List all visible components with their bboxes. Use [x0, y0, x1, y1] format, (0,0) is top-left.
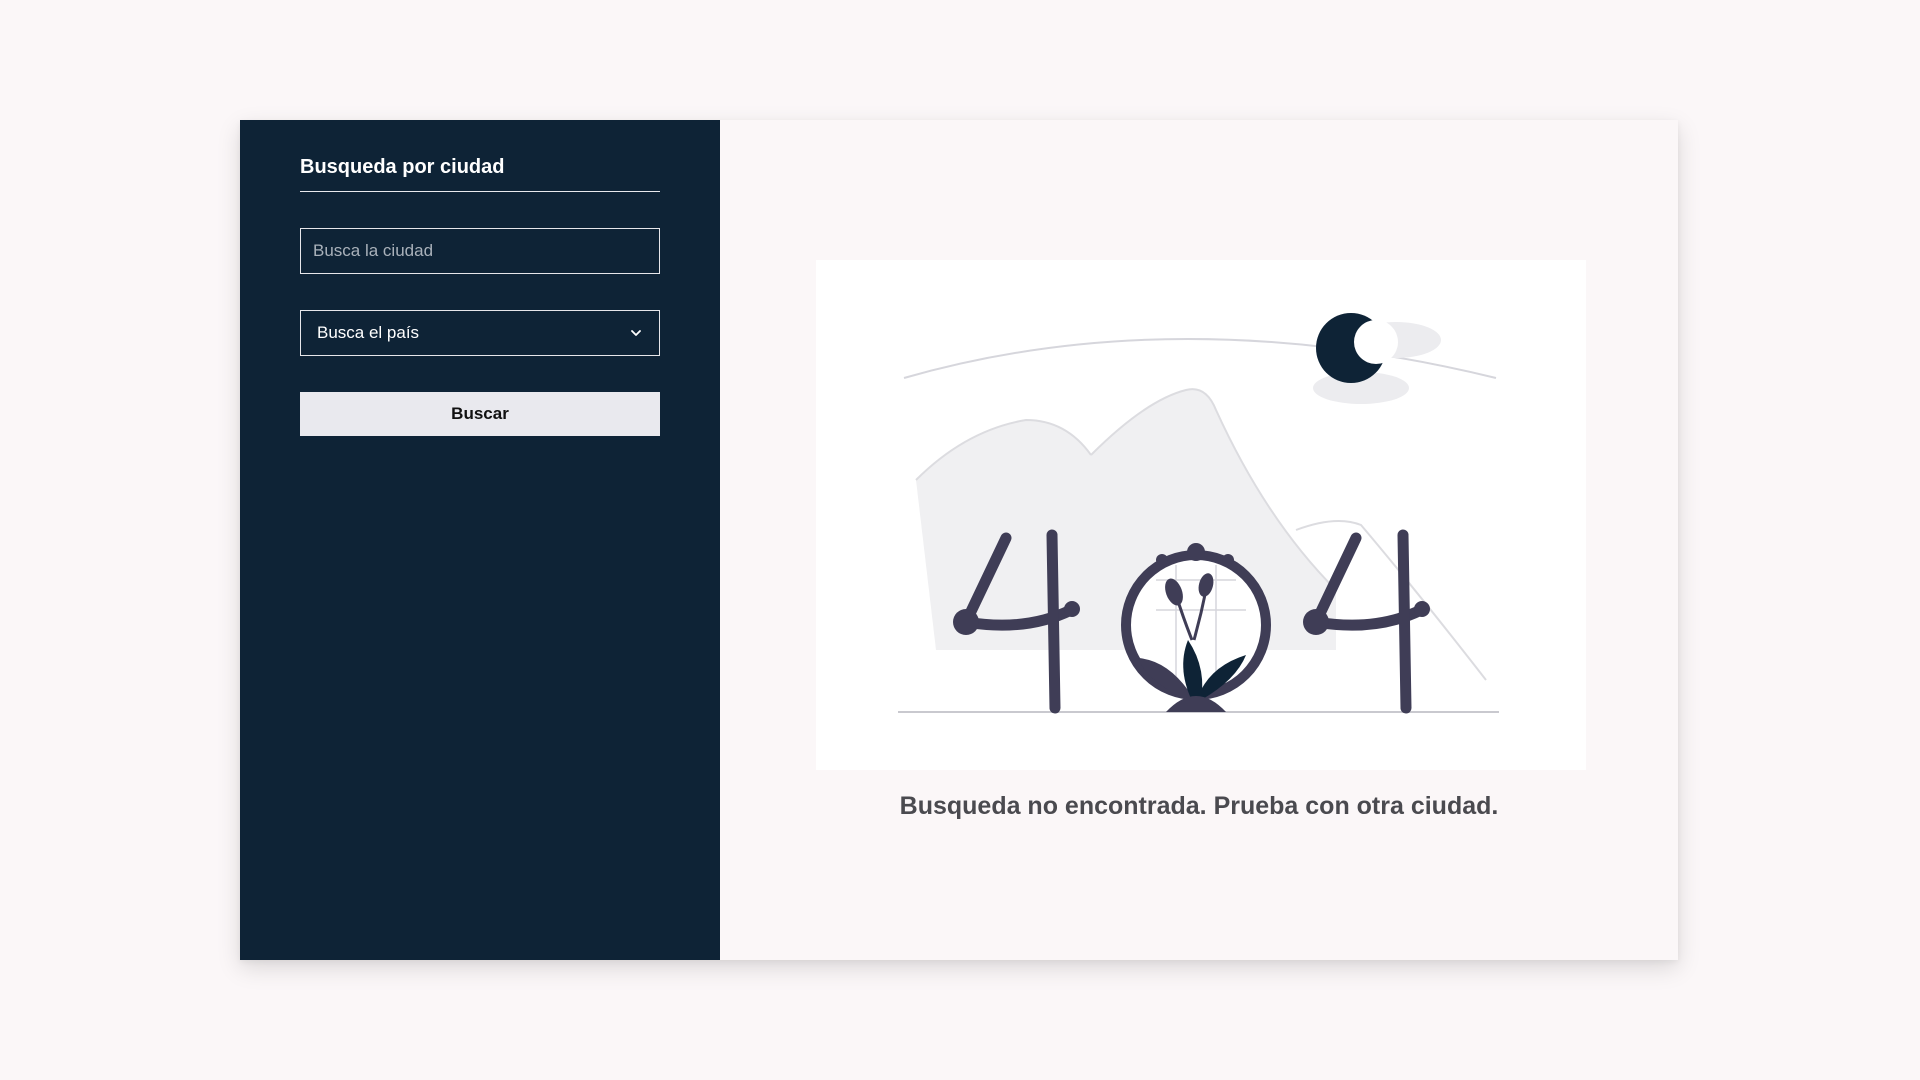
search-sidebar: Busqueda por ciudad Busca el país Buscar — [240, 120, 720, 960]
not-found-illustration — [816, 260, 1586, 770]
city-search-input[interactable] — [300, 228, 660, 274]
not-found-message: Busqueda no encontrada. Prueba con otra … — [899, 792, 1499, 820]
app-card: Busqueda por ciudad Busca el país Buscar — [240, 120, 1678, 960]
country-select[interactable]: Busca el país — [300, 310, 660, 356]
404-illustration — [898, 313, 1499, 714]
moon-icon — [1316, 313, 1398, 383]
sidebar-title: Busqueda por ciudad — [300, 156, 660, 192]
chevron-down-icon — [631, 330, 641, 336]
search-button[interactable]: Buscar — [300, 392, 660, 436]
results-panel: Busqueda no encontrada. Prueba con otra … — [720, 120, 1678, 960]
country-select-value: Busca el país — [317, 323, 420, 342]
